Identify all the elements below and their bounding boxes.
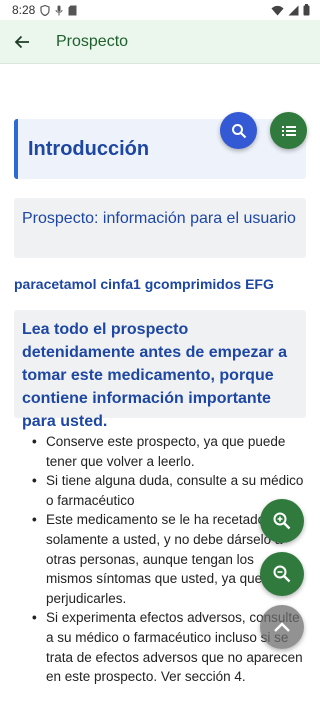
table-of-contents-button[interactable] xyxy=(270,112,307,149)
wifi-icon xyxy=(271,5,284,15)
status-time: 8:28 xyxy=(12,3,36,17)
search-button[interactable] xyxy=(220,112,257,149)
sd-card-icon xyxy=(68,5,77,15)
zoom-out-icon xyxy=(273,565,291,583)
signal-icon xyxy=(288,5,299,15)
scroll-top-button[interactable] xyxy=(260,605,304,649)
search-icon xyxy=(231,123,246,138)
intro-heading: Introducción xyxy=(28,137,150,160)
status-left: 8:28 xyxy=(12,3,77,17)
mic-icon xyxy=(55,5,63,15)
intro-section: Introducción xyxy=(14,119,306,179)
zoom-in-button[interactable] xyxy=(260,499,304,543)
shield-icon xyxy=(40,4,50,16)
status-right xyxy=(271,4,310,16)
warning-box: Lea todo el prospecto detenidamente ante… xyxy=(14,310,306,430)
list-icon xyxy=(281,125,296,136)
list-item: Conserve este prospecto, ya que puede te… xyxy=(28,432,304,471)
bullet-list: Conserve este prospecto, ya que puede te… xyxy=(28,432,304,687)
app-bar: Prospecto xyxy=(0,20,320,64)
status-bar: 8:28 xyxy=(0,0,320,20)
section-heading: Prospecto: información para el usuario xyxy=(14,198,306,258)
drug-name: paracetamol cinfa1 gcomprimidos EFG xyxy=(14,276,274,292)
zoom-in-icon xyxy=(273,512,291,530)
list-item: Si tiene alguna duda, consulte a su médi… xyxy=(28,471,304,510)
chevron-up-icon xyxy=(274,622,290,632)
app-title: Prospecto xyxy=(56,32,129,50)
back-button[interactable] xyxy=(0,20,44,64)
arrow-left-icon xyxy=(14,35,29,48)
battery-icon xyxy=(303,4,310,16)
zoom-out-button[interactable] xyxy=(260,552,304,596)
